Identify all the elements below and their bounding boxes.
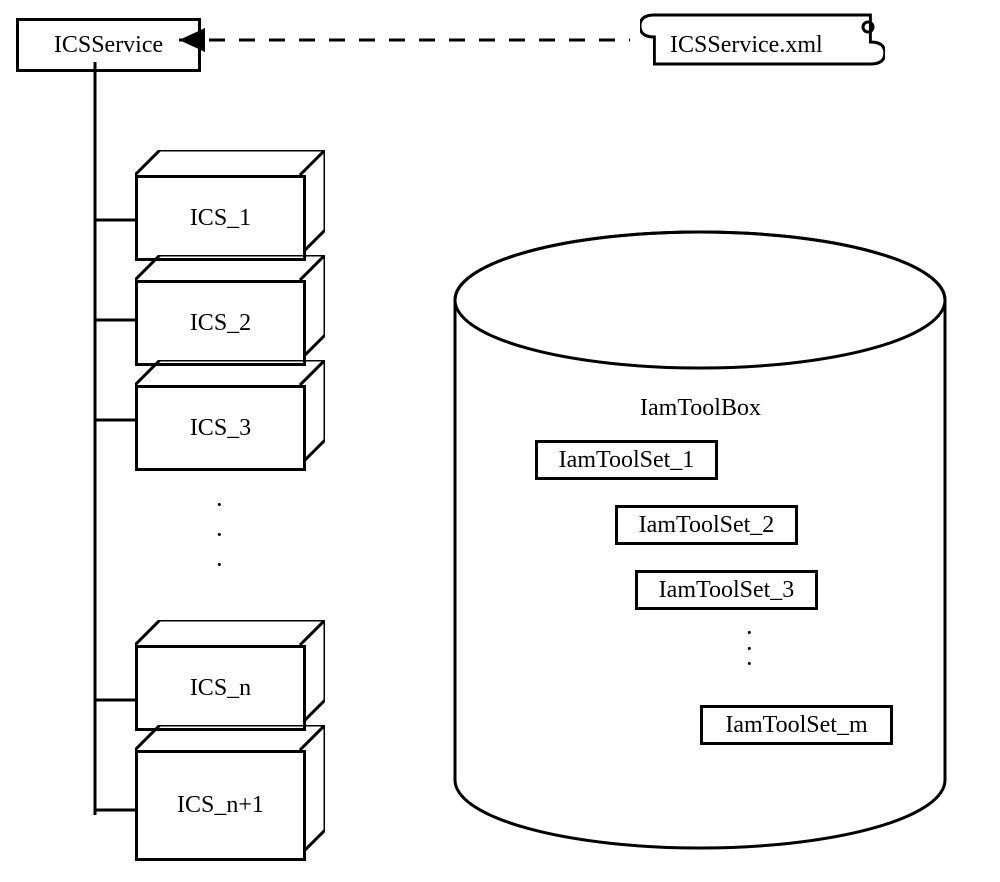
toolset-label: IamToolSet_2 bbox=[639, 512, 775, 539]
cube-label: ICS_n bbox=[190, 675, 251, 702]
cube-ics-1: ICS_1 bbox=[135, 150, 325, 255]
cylinder-title: IamToolBox bbox=[640, 395, 761, 422]
cube-label: ICS_3 bbox=[190, 415, 251, 442]
cube-ics-3: ICS_3 bbox=[135, 360, 325, 465]
cube-ics-n1: ICS_n+1 bbox=[135, 725, 325, 855]
cube-label: ICS_n+1 bbox=[177, 792, 264, 819]
xml-scroll: ICSService.xml bbox=[640, 12, 885, 67]
cube-label: ICS_2 bbox=[190, 310, 251, 337]
diagram-canvas: ICSService ICSService.xml ICS_1 ICS_2 IC… bbox=[0, 0, 1000, 882]
toolbox-cylinder: IamToolBox IamToolSet_1 IamToolSet_2 Iam… bbox=[450, 230, 950, 850]
toolset-label: IamToolSet_1 bbox=[559, 447, 695, 474]
toolset-2: IamToolSet_2 bbox=[615, 505, 798, 545]
toolset-m: IamToolSet_m bbox=[700, 705, 893, 745]
xml-label: ICSService.xml bbox=[670, 32, 823, 59]
toolset-1: IamToolSet_1 bbox=[535, 440, 718, 480]
cube-ellipsis: ··· bbox=[215, 490, 232, 580]
cube-ics-n: ICS_n bbox=[135, 620, 325, 725]
toolset-ellipsis: ··· bbox=[745, 625, 762, 672]
toolset-label: IamToolSet_3 bbox=[659, 577, 795, 604]
toolset-label: IamToolSet_m bbox=[725, 712, 867, 739]
cube-ics-2: ICS_2 bbox=[135, 255, 325, 360]
toolset-3: IamToolSet_3 bbox=[635, 570, 818, 610]
